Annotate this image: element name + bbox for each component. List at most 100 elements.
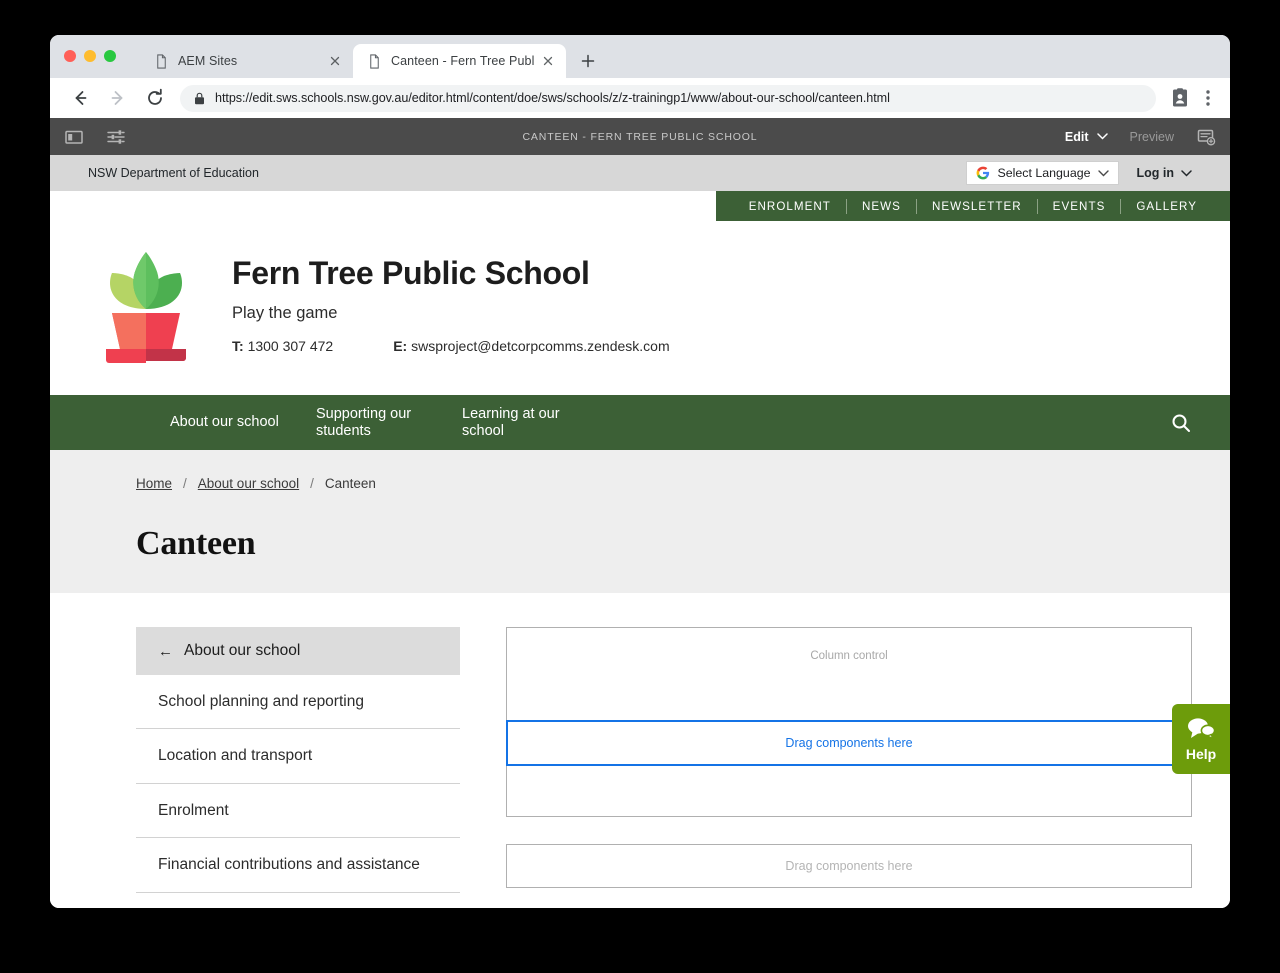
aem-toolbar-left (64, 127, 126, 147)
school-email: E: swsproject@detcorpcomms.zendesk.com (393, 338, 669, 354)
help-widget-button[interactable]: Help (1172, 704, 1230, 774)
preview-button[interactable]: Preview (1130, 130, 1174, 144)
breadcrumb-home[interactable]: Home (136, 476, 172, 491)
school-info: Fern Tree Public School Play the game T:… (232, 243, 670, 354)
site-utility-bar: NSW Department of Education Select Langu… (50, 155, 1230, 191)
breadcrumb-about-our-school[interactable]: About our school (198, 476, 299, 491)
browser-tab-canteen[interactable]: Canteen - Fern Tree Public Sch (353, 44, 566, 78)
login-label: Log in (1136, 166, 1175, 180)
breadcrumb-separator: / (183, 476, 187, 491)
dropzone-active[interactable]: Drag components here (506, 720, 1192, 766)
edit-mode-label: Edit (1064, 129, 1089, 144)
browser-toolbar: https://edit.sws.schools.nsw.gov.au/edit… (50, 78, 1230, 118)
close-icon[interactable] (327, 53, 343, 69)
sidebar-item-about-our-school[interactable]: ← About our school (136, 627, 460, 675)
browser-window: AEM Sites Canteen - Fern Tree Public Sch (50, 35, 1230, 908)
sidebar-item-financial-contributions-and-assistance[interactable]: Financial contributions and assistance (136, 838, 460, 893)
department-label: NSW Department of Education (88, 166, 259, 180)
aem-editor-toolbar: CANTEEN - FERN TREE PUBLIC SCHOOL Edit P… (50, 118, 1230, 155)
lock-icon (194, 92, 205, 105)
site-main-nav: About our school Supporting our students… (50, 395, 1230, 450)
sliders-icon[interactable] (106, 127, 126, 147)
quicklink-events[interactable]: EVENTS (1038, 200, 1121, 213)
reload-icon[interactable] (141, 84, 169, 112)
login-dropdown[interactable]: Log in (1137, 166, 1193, 180)
panel-toggle-icon[interactable] (64, 127, 84, 147)
breadcrumb-current: Canteen (324, 476, 376, 491)
page-title: Canteen (136, 525, 256, 562)
window-traffic-lights (64, 50, 116, 62)
column-control-label: Column control (810, 650, 888, 662)
utility-right-group: Select Language Log in (966, 161, 1192, 185)
browser-tab-strip: AEM Sites Canteen - Fern Tree Public Sch (50, 35, 1230, 78)
close-icon[interactable] (540, 53, 556, 69)
aem-toolbar-right: Edit Preview (1065, 127, 1216, 147)
tab-title: Canteen - Fern Tree Public Sch (391, 54, 534, 68)
forward-arrow-icon[interactable] (103, 84, 131, 112)
school-phone: T: 1300 307 472 (232, 338, 333, 354)
quicklinks-wrapper: ENROLMENT NEWS NEWSLETTER EVENTS GALLERY (50, 191, 1230, 221)
phone-value: 1300 307 472 (247, 338, 334, 354)
nav-label-line2: students (316, 422, 371, 439)
back-arrow-icon[interactable] (65, 84, 93, 112)
address-bar[interactable]: https://edit.sws.schools.nsw.gov.au/edit… (180, 84, 1156, 112)
quicklinks-bar: ENROLMENT NEWS NEWSLETTER EVENTS GALLERY (715, 191, 1230, 221)
school-tagline: Play the game (232, 304, 338, 322)
chevron-down-icon (1097, 169, 1109, 177)
nav-label-line1: Supporting our (316, 405, 412, 422)
email-label: E: (393, 338, 408, 354)
help-label: Help (1185, 745, 1217, 762)
chat-bubbles-icon (1186, 717, 1216, 741)
column-control-component[interactable]: Column control Drag components here (506, 627, 1192, 817)
page-icon (154, 53, 169, 69)
quicklink-enrolment[interactable]: ENROLMENT (734, 200, 846, 213)
breadcrumb-separator: / (310, 476, 314, 491)
chevron-down-icon (1096, 133, 1108, 140)
search-icon[interactable] (1170, 412, 1192, 434)
sidebar-item-enrolment[interactable]: Enrolment (136, 784, 460, 839)
address-bar-url: https://edit.sws.schools.nsw.gov.au/edit… (215, 91, 890, 105)
phone-label: T: (232, 338, 244, 354)
column-control-footer (507, 766, 1191, 816)
edit-mode-dropdown[interactable]: Edit (1065, 130, 1108, 144)
nav-item-supporting-our-students[interactable]: Supporting our students (316, 406, 462, 439)
chrome-menu-icon[interactable] (1196, 86, 1220, 110)
editor-authoring-column: Column control Drag components here Drag… (506, 627, 1192, 888)
quicklink-newsletter[interactable]: NEWSLETTER (917, 200, 1037, 213)
quicklink-news[interactable]: NEWS (847, 200, 916, 213)
page-content: ← About our school School planning and r… (50, 593, 1230, 893)
sidebar-header-label: About our school (184, 642, 301, 659)
page-title-band: Home / About our school / Canteen Cantee… (50, 450, 1230, 593)
new-tab-button[interactable] (574, 47, 602, 75)
language-select[interactable]: Select Language (966, 161, 1119, 185)
site-masthead: Fern Tree Public School Play the game T:… (50, 221, 1230, 395)
breadcrumb: Home / About our school / Canteen (136, 476, 1192, 491)
language-select-label: Select Language (997, 166, 1091, 180)
school-contact: T: 1300 307 472 E: swsproject@detcorpcom… (232, 338, 670, 354)
nav-label-line1: Learning at our (462, 405, 560, 422)
nav-item-learning-at-our-school[interactable]: Learning at our school (462, 406, 608, 439)
nav-label-line2: school (462, 422, 504, 439)
page-viewport: CANTEEN - FERN TREE PUBLIC SCHOOL Edit P… (50, 118, 1230, 908)
quicklink-gallery[interactable]: GALLERY (1121, 200, 1212, 213)
potted-plant-logo (96, 247, 196, 365)
maximize-window-button[interactable] (104, 50, 116, 62)
page-icon (367, 53, 382, 69)
school-name: Fern Tree Public School (232, 255, 590, 291)
arrow-left-icon: ← (158, 642, 173, 660)
profile-card-icon[interactable] (1168, 86, 1192, 110)
nav-item-about-our-school[interactable]: About our school (170, 414, 316, 431)
chevron-down-icon (1181, 169, 1192, 177)
browser-tab-aem-sites[interactable]: AEM Sites (140, 44, 353, 78)
page-add-icon[interactable] (1196, 127, 1216, 147)
google-g-icon (976, 166, 990, 180)
minimize-window-button[interactable] (84, 50, 96, 62)
email-value[interactable]: swsproject@detcorpcomms.zendesk.com (411, 338, 670, 354)
tab-list: AEM Sites Canteen - Fern Tree Public Sch (140, 44, 602, 78)
dropzone-idle[interactable]: Drag components here (506, 844, 1192, 888)
tab-title: AEM Sites (178, 54, 238, 68)
close-window-button[interactable] (64, 50, 76, 62)
sidebar-item-school-planning-and-reporting[interactable]: School planning and reporting (136, 675, 460, 730)
aem-page-title: CANTEEN - FERN TREE PUBLIC SCHOOL (522, 130, 758, 143)
sidebar-item-location-and-transport[interactable]: Location and transport (136, 729, 460, 784)
